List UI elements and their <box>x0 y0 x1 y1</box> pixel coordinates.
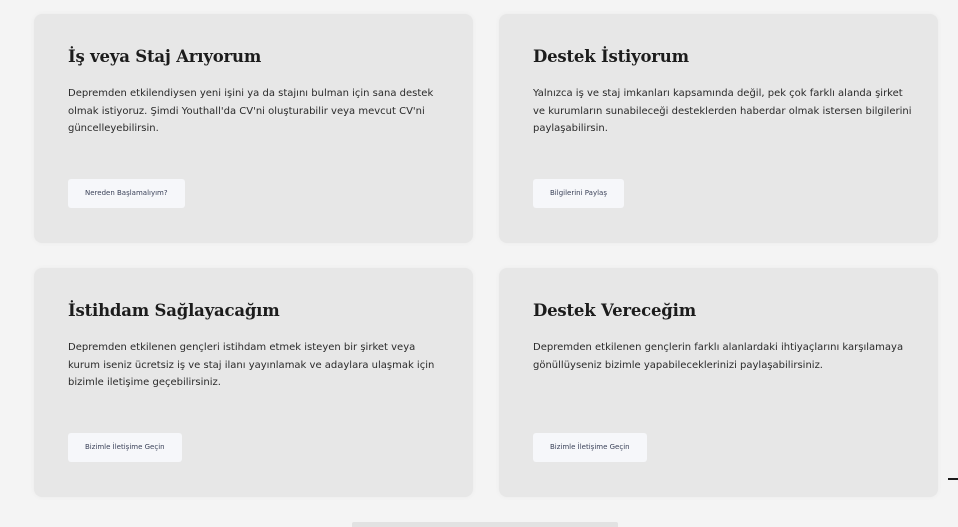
contact-us-button-supporter[interactable]: Bizimle İletişime Geçin <box>533 433 647 462</box>
card-provide-support: Destek Vereceğim Depremden etkilenen gen… <box>499 268 938 497</box>
card-title: İstihdam Sağlayacağım <box>68 301 280 320</box>
card-description: Depremden etkilenen gençleri istihdam et… <box>68 342 435 388</box>
card-grid: İş veya Staj Arıyorum Depremden etkilend… <box>34 14 938 497</box>
card-employer: İstihdam Sağlayacağım Depremden etkilene… <box>34 268 473 497</box>
edge-dash-mark <box>948 478 958 480</box>
card-title: Destek Vereceğim <box>533 301 696 320</box>
card-description: Depremden etkilendiysen yeni işini ya da… <box>68 88 434 134</box>
share-info-button[interactable]: Bilgilerini Paylaş <box>533 179 624 208</box>
bottom-scroll-indicator <box>352 522 618 527</box>
card-title: İş veya Staj Arıyorum <box>68 47 262 66</box>
card-title: Destek İstiyorum <box>533 47 689 66</box>
card-job-seeker: İş veya Staj Arıyorum Depremden etkilend… <box>34 14 473 243</box>
where-to-start-button[interactable]: Nereden Başlamalıyım? <box>68 179 185 208</box>
card-request-support: Destek İstiyorum Yalnızca iş ve staj imk… <box>499 14 938 243</box>
card-description: Depremden etkilenen gençlerin farklı ala… <box>533 342 904 371</box>
contact-us-button-employer[interactable]: Bizimle İletişime Geçin <box>68 433 182 462</box>
card-description: Yalnızca iş ve staj imkanları kapsamında… <box>533 88 912 134</box>
